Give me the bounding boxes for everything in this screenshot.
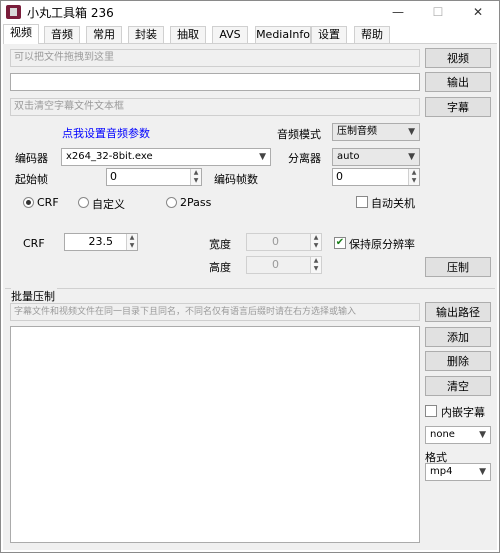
height-label: 高度 xyxy=(209,261,231,274)
encoder-label: 编码器 xyxy=(15,152,48,165)
chevron-down-icon: ▼ xyxy=(479,467,486,477)
demuxer-label: 分离器 xyxy=(288,152,321,165)
spinner-arrows-icon[interactable]: ▲ ▼ xyxy=(310,257,321,273)
tab-settings[interactable]: 设置 xyxy=(311,26,347,43)
frame-count-label: 编码帧数 xyxy=(214,173,258,186)
demuxer-select[interactable]: auto ▼ xyxy=(332,148,420,166)
height-spinner[interactable]: 0 ▲ ▼ xyxy=(246,256,322,274)
crf-radio[interactable] xyxy=(23,197,34,208)
twopass-radio-label: 2Pass xyxy=(180,196,212,209)
audio-settings-link[interactable]: 点我设置音频参数 xyxy=(62,125,150,141)
tab-video[interactable]: 视频 xyxy=(3,24,39,44)
subtitle-input[interactable]: 双击清空字幕文件文本框 xyxy=(10,98,420,116)
batch-group-divider xyxy=(5,288,495,289)
format-select[interactable]: mp4 ▼ xyxy=(425,463,491,481)
subtitle-option-select[interactable]: none ▼ xyxy=(425,426,491,444)
minimize-button[interactable]: — xyxy=(383,3,413,21)
width-label: 宽度 xyxy=(209,238,231,251)
demuxer-value: auto xyxy=(337,151,360,162)
batch-file-list[interactable] xyxy=(10,326,420,543)
audio-mode-label: 音频模式 xyxy=(277,128,321,141)
video-input[interactable]: 可以把文件拖拽到这里 xyxy=(10,49,420,67)
crf-label: CRF xyxy=(23,237,45,250)
maximize-button[interactable]: ☐ xyxy=(423,3,453,21)
audio-mode-value: 压制音频 xyxy=(337,126,377,137)
tab-help[interactable]: 帮助 xyxy=(354,26,390,43)
batch-group-title: 批量压制 xyxy=(11,288,57,304)
embed-subtitle-checkbox[interactable] xyxy=(425,405,437,417)
video-panel: 可以把文件拖拽到这里 视频 输出 双击清空字幕文件文本框 字幕 点我设置音频参数… xyxy=(3,44,497,550)
width-spinner[interactable]: 0 ▲ ▼ xyxy=(246,233,322,251)
subtitle-option-value: none xyxy=(430,429,455,440)
crf-radio-label: CRF xyxy=(37,196,59,209)
delete-button[interactable]: 删除 xyxy=(425,351,491,371)
spinner-arrows-icon[interactable]: ▲ ▼ xyxy=(190,169,201,185)
video-button[interactable]: 视频 xyxy=(425,48,491,68)
shutdown-label: 自动关机 xyxy=(371,197,415,210)
spinner-arrows-icon[interactable]: ▲ ▼ xyxy=(408,169,419,185)
audio-mode-select[interactable]: 压制音频 ▼ xyxy=(332,123,420,141)
spinner-arrows-icon[interactable]: ▲ ▼ xyxy=(310,234,321,250)
tab-audio[interactable]: 音频 xyxy=(44,26,80,43)
main-window: 小丸工具箱 236 — ☐ ✕ 视频 音频 常用 封装 抽取 AVS Media… xyxy=(0,0,500,553)
chevron-down-icon: ▼ xyxy=(259,152,266,162)
title-bar: 小丸工具箱 236 — ☐ ✕ xyxy=(1,1,499,23)
keep-resolution-checkbox[interactable]: ✔ xyxy=(334,237,346,249)
start-frame-label: 起始帧 xyxy=(15,173,48,186)
app-icon xyxy=(6,5,21,19)
clear-button[interactable]: 清空 xyxy=(425,376,491,396)
keep-resolution-label: 保持原分辨率 xyxy=(349,238,415,251)
tab-mux[interactable]: 封装 xyxy=(128,26,164,43)
spinner-arrows-icon[interactable]: ▲ ▼ xyxy=(126,234,137,250)
custom-radio-label: 自定义 xyxy=(92,198,125,211)
embed-subtitle-label: 内嵌字幕 xyxy=(441,406,485,419)
add-button[interactable]: 添加 xyxy=(425,327,491,347)
chevron-down-icon: ▼ xyxy=(408,152,415,162)
crf-value: 23.5 xyxy=(88,235,114,248)
height-value: 0 xyxy=(272,258,279,271)
chevron-down-icon: ▼ xyxy=(408,127,415,137)
batch-hint-input[interactable]: 字幕文件和视频文件在同一目录下且同名，不同名仅有语言后缀时请在右方选择或输入 xyxy=(10,303,420,321)
output-button[interactable]: 输出 xyxy=(425,72,491,92)
output-input[interactable] xyxy=(10,73,420,91)
tab-avs[interactable]: AVS xyxy=(212,26,248,43)
encoder-select[interactable]: x264_32-8bit.exe ▼ xyxy=(61,148,271,166)
window-title: 小丸工具箱 236 xyxy=(27,6,114,20)
start-frame-value: 0 xyxy=(110,170,117,183)
width-value: 0 xyxy=(272,235,279,248)
subtitle-button[interactable]: 字幕 xyxy=(425,97,491,117)
tab-strip: 视频 音频 常用 封装 抽取 AVS MediaInfo 设置 帮助 xyxy=(3,24,497,44)
encoder-value: x264_32-8bit.exe xyxy=(66,151,153,162)
tab-extract[interactable]: 抽取 xyxy=(170,26,206,43)
start-frame-spinner[interactable]: 0 ▲ ▼ xyxy=(106,168,202,186)
tab-common[interactable]: 常用 xyxy=(86,26,122,43)
twopass-radio[interactable] xyxy=(166,197,177,208)
shutdown-checkbox[interactable] xyxy=(356,196,368,208)
frame-count-spinner[interactable]: 0 ▲ ▼ xyxy=(332,168,420,186)
close-button[interactable]: ✕ xyxy=(463,3,493,21)
frame-count-value: 0 xyxy=(336,170,343,183)
custom-radio[interactable] xyxy=(78,197,89,208)
compress-button[interactable]: 压制 xyxy=(425,257,491,277)
format-value: mp4 xyxy=(430,466,453,477)
tab-mediainfo[interactable]: MediaInfo xyxy=(255,26,311,43)
output-path-button[interactable]: 输出路径 xyxy=(425,302,491,322)
chevron-down-icon: ▼ xyxy=(479,430,486,440)
crf-spinner[interactable]: 23.5 ▲ ▼ xyxy=(64,233,138,251)
